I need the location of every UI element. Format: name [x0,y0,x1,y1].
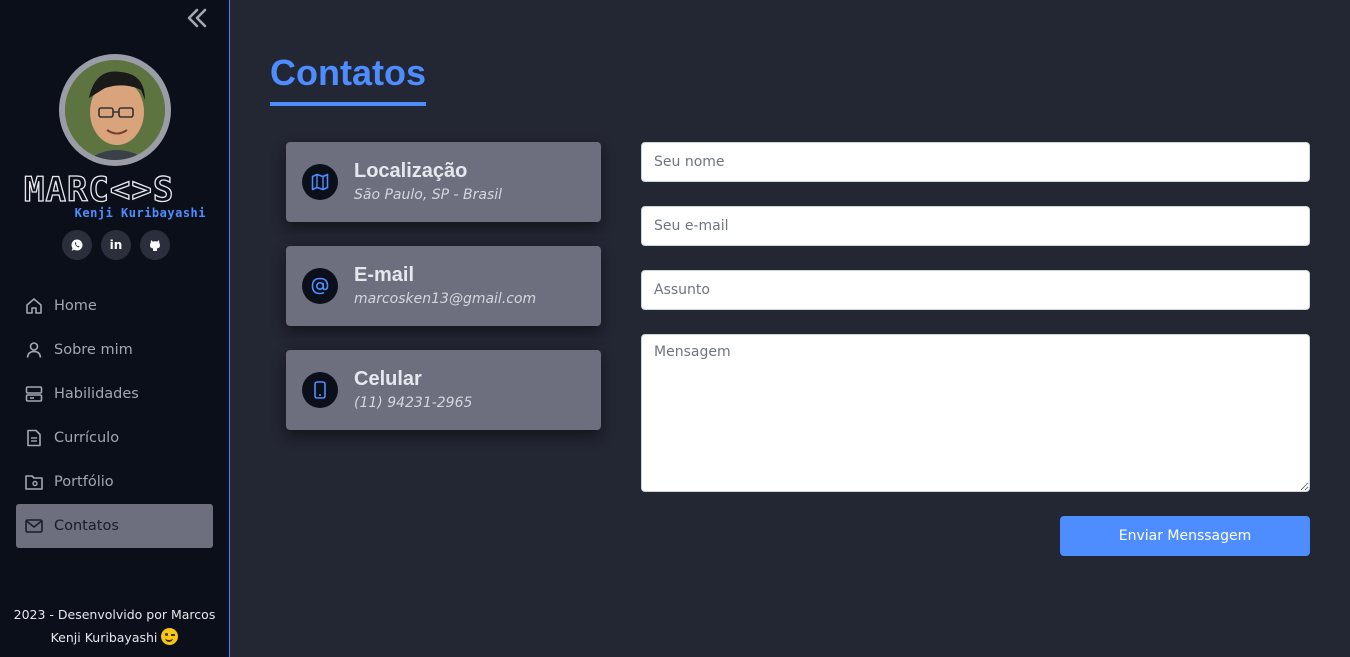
card-title: Celular [354,368,422,390]
sidebar-item-habilidades[interactable]: Habilidades [16,372,213,416]
card-icon-wrap [302,372,338,408]
card-value[interactable]: marcosken13@gmail.com [354,291,536,307]
email-field[interactable] [641,206,1310,246]
sidebar-item-curriculo[interactable]: Currículo [16,416,213,460]
footer-line-2-wrap: Kenji Kuribayashi [0,626,229,649]
linkedin-link[interactable]: in [101,230,131,260]
sidebar-item-portfolio[interactable]: Portfólio [16,460,213,504]
home-icon [26,298,42,314]
card-value: São Paulo, SP - Brasil [354,187,503,203]
contact-card-location: Localização São Paulo, SP - Brasil [286,142,601,222]
send-message-button[interactable]: Enviar Menssagem [1060,516,1310,556]
phone-icon [314,381,326,399]
footer-line-2: Kenji Kuribayashi [50,630,158,645]
page-title: Contatos [270,52,426,106]
card-icon-wrap [302,268,338,304]
card-title: E-mail [354,264,415,286]
card-value: (11) 94231-2965 [354,395,473,411]
sidebar-item-sobre-mim[interactable]: Sobre mim [16,328,213,372]
collapse-sidebar-button[interactable] [184,6,210,30]
sidebar-item-home[interactable]: Home [16,284,213,328]
avatar [59,54,171,166]
chevrons-left-icon [187,8,207,28]
sidebar-item-label: Habilidades [54,386,139,402]
sidebar-item-label: Home [54,298,97,314]
document-icon [27,429,41,447]
linkedin-icon: in [109,238,123,252]
contact-card-email: E-mail marcosken13@gmail.com [286,246,601,326]
server-icon [25,386,43,402]
social-links: in [62,230,170,260]
card-title: Localização [354,160,468,182]
sidebar-item-label: Contatos [54,518,119,534]
sidebar-item-label: Sobre mim [54,342,133,358]
sidebar-item-contatos[interactable]: Contatos [16,504,213,548]
wink-emoji-icon [161,628,179,645]
logo-subtitle: Kenji Kuribayashi [74,206,206,220]
user-icon [26,342,42,358]
mail-icon [25,519,43,533]
logo-text: MARC<>S [23,169,175,210]
message-field[interactable] [641,334,1310,492]
footer-line-1: 2023 - Desenvolvido por Marcos [13,607,216,622]
card-icon-wrap [302,164,338,200]
sidebar-item-label: Currículo [54,430,120,446]
map-icon [311,173,329,191]
name-field[interactable] [641,142,1310,182]
whatsapp-link[interactable] [62,230,92,260]
contact-card-phone: Celular (11) 94231-2965 [286,350,601,430]
github-link[interactable] [140,230,170,260]
folder-icon [25,475,43,490]
sidebar-nav: Home Sobre mim Habilidades Currículo Por… [16,284,213,548]
sidebar: MARC<>S Kenji Kuribayashi in Home Sobre … [0,0,230,657]
whatsapp-icon [71,239,83,251]
sidebar-item-label: Portfólio [54,474,114,490]
profile-photo [65,60,165,160]
at-icon [311,277,329,295]
site-logo[interactable]: MARC<>S Kenji Kuribayashi [23,169,208,224]
sidebar-footer: 2023 - Desenvolvido por Marcos Kenji Kur… [0,603,229,649]
subject-field[interactable] [641,270,1310,310]
github-icon [150,240,160,251]
